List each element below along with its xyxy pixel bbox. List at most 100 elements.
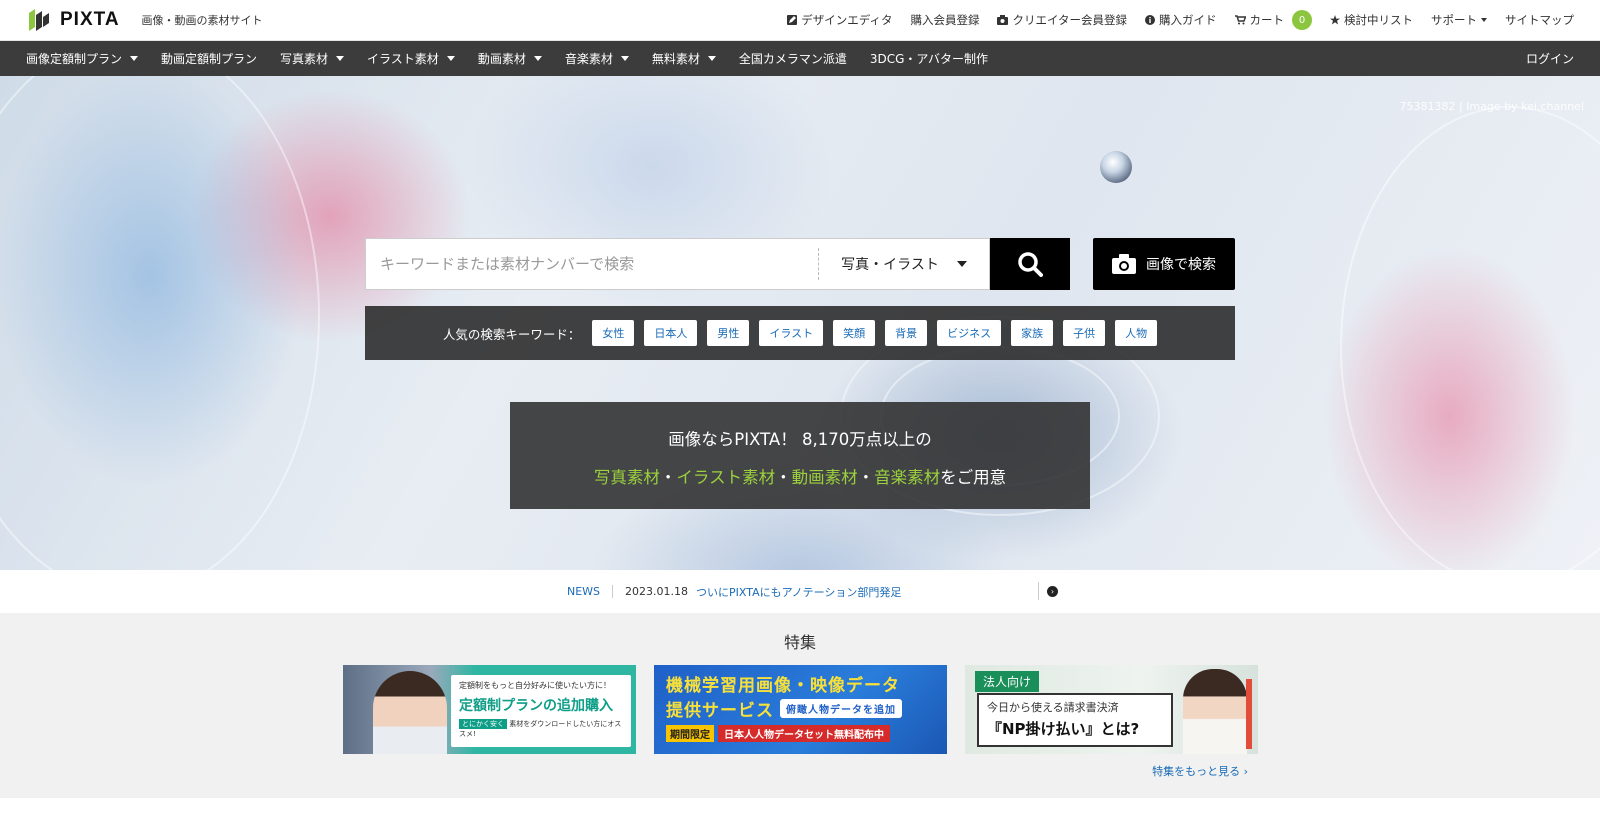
nav-videos[interactable]: 動画素材 xyxy=(478,50,542,67)
design-editor-link[interactable]: デザインエディタ xyxy=(787,12,892,28)
tagline: 画像・動画の素材サイト xyxy=(141,14,263,27)
wishlist-link[interactable]: 検討中リスト xyxy=(1330,12,1413,28)
keyword-chip[interactable]: 子供 xyxy=(1063,320,1106,346)
promo-videos-link[interactable]: 動画素材 xyxy=(792,468,858,487)
banner-ml-data[interactable]: 機械学習用画像・映像データ 提供サービス 俯瞰人物データを追加 期間限定 日本人… xyxy=(654,665,947,754)
keyword-chip[interactable]: 女性 xyxy=(592,320,635,346)
info-icon xyxy=(1145,15,1155,25)
image-credit: 75381382 | Image by kei.channel xyxy=(1399,100,1584,113)
promo-photos-link[interactable]: 写真素材 xyxy=(594,468,660,487)
banner-tag: 期間限定 xyxy=(666,725,714,742)
nav-free[interactable]: 無料素材 xyxy=(652,50,716,67)
search-icon xyxy=(1018,252,1043,277)
keyword-chip[interactable]: ビジネス xyxy=(937,320,1002,346)
search-input[interactable] xyxy=(366,239,818,289)
keyword-chip[interactable]: 背景 xyxy=(885,320,928,346)
image-search-label: 画像で検索 xyxy=(1146,257,1216,273)
purchase-guide-link[interactable]: 購入ガイド xyxy=(1145,12,1217,28)
keyword-chip[interactable]: 男性 xyxy=(707,320,750,346)
caret-down-icon xyxy=(707,56,716,61)
nav-label: 動画素材 xyxy=(477,52,526,66)
sitemap-link[interactable]: サイトマップ xyxy=(1505,12,1574,28)
features-section: 特集 定額制をもっと自分好みに使いたい方に！ 定額制プランの追加購入 とにかく安… xyxy=(0,613,1600,798)
nav-photographer-dispatch[interactable]: 全国カメラマン派遣 xyxy=(739,50,847,67)
banner-card: 定額制をもっと自分好みに使いたい方に！ 定額制プランの追加購入 とにかく安く 素… xyxy=(451,675,631,747)
chevron-down-icon xyxy=(1481,18,1487,22)
promo-line1: 画像ならPIXTA！ 8,170万点以上の xyxy=(668,430,932,449)
hero-ripple xyxy=(1340,106,1600,570)
nav-photos[interactable]: 写真素材 xyxy=(280,50,345,67)
support-menu[interactable]: サポート xyxy=(1431,12,1487,28)
keyword-chip[interactable]: 家族 xyxy=(1011,320,1054,346)
logo[interactable]: PIXTA 画像・動画の素材サイト xyxy=(26,7,263,33)
buyer-signup-link[interactable]: 購入会員登録 xyxy=(910,12,979,28)
chevron-right-circle-icon: › xyxy=(1047,585,1058,597)
news-link[interactable]: ついにPIXTAにもアノテーション部門発足 xyxy=(696,584,901,600)
caret-down-icon xyxy=(446,56,455,61)
nav-music[interactable]: 音楽素材 xyxy=(565,50,629,67)
promo-sep: ・ xyxy=(857,468,875,487)
caret-down-icon xyxy=(620,56,629,61)
promo-illustrations-link[interactable]: イラスト素材 xyxy=(676,468,775,487)
support-label: サポート xyxy=(1431,13,1477,27)
keyword-chip[interactable]: 笑顔 xyxy=(833,320,876,346)
cart-count-badge: 0 xyxy=(1292,10,1312,30)
chevron-down-icon xyxy=(956,261,967,267)
nav-label: 音楽素材 xyxy=(564,52,613,66)
banner-person-image xyxy=(373,671,447,754)
category-select[interactable]: 写真・イラスト xyxy=(819,254,989,274)
promo-music-link[interactable]: 音楽素材 xyxy=(874,468,940,487)
keyword-chip[interactable]: イラスト xyxy=(759,320,824,346)
nav-3dcg-avatar[interactable]: 3DCG・アバター制作 xyxy=(870,50,988,67)
nav-video-subscription[interactable]: 動画定額制プラン xyxy=(161,50,257,67)
promo-sep: ・ xyxy=(775,468,792,487)
nav-label: イラスト素材 xyxy=(367,52,439,66)
news-next-button[interactable]: › xyxy=(1038,582,1058,600)
banner-subscription-addon[interactable]: 定額制をもっと自分好みに使いたい方に！ 定額制プランの追加購入 とにかく安く 素… xyxy=(343,665,636,754)
banner-headline: 機械学習用画像・映像データ xyxy=(666,676,900,696)
keyword-chip[interactable]: 人物 xyxy=(1115,320,1158,346)
star-icon xyxy=(1330,15,1340,25)
keywords-label: 人気の検索キーワード： xyxy=(442,326,581,342)
popular-keywords: 人気の検索キーワード： 女性 日本人 男性 イラスト 笑顔 背景 ビジネス 家族… xyxy=(365,306,1235,360)
search-box: 写真・イラスト xyxy=(365,238,990,290)
features-title: 特集 xyxy=(783,633,816,652)
nav-illustrations[interactable]: イラスト素材 xyxy=(367,50,455,67)
creator-signup-link[interactable]: クリエイター会員登録 xyxy=(997,12,1127,28)
banner-text: 今日から使える請求書決済 xyxy=(987,701,1119,714)
caret-down-icon xyxy=(130,56,139,61)
nav-label: 無料素材 xyxy=(651,52,700,66)
banner-pill: 俯瞰人物データを追加 xyxy=(780,699,902,718)
image-search-button[interactable]: 画像で検索 xyxy=(1093,238,1235,290)
search-button[interactable] xyxy=(990,238,1070,290)
edit-icon xyxy=(787,15,798,25)
wishlist-label: 検討中リスト xyxy=(1344,13,1413,27)
banner-text: とにかく安く 素材をダウンロードしたい方にオススメ! xyxy=(459,719,623,739)
banner-person-image xyxy=(1183,669,1247,754)
banner-np-payment[interactable]: 法人向け 今日から使える請求書決済 『NP掛け払い』とは? xyxy=(965,665,1258,754)
category-value: 写真・イラスト xyxy=(841,257,939,273)
nav-image-subscription[interactable]: 画像定額制プラン xyxy=(26,50,139,67)
hero-section: 75381382 | Image by kei.channel 写真・イラスト … xyxy=(0,76,1600,570)
main-nav: 画像定額制プラン 動画定額制プラン 写真素材 イラスト素材 動画素材 音楽素材 … xyxy=(0,41,1600,76)
banner-tags: 期間限定 日本人人物データセット無料配布中 xyxy=(666,725,935,742)
news-date: 2023.01.18 xyxy=(625,585,689,598)
page-bottom xyxy=(0,798,1600,821)
banner-textbox: 今日から使える請求書決済 『NP掛け払い』とは? xyxy=(977,693,1173,747)
cart-label: カート xyxy=(1249,13,1285,27)
nav-label: 全国カメラマン派遣 xyxy=(738,52,847,66)
creator-signup-label: クリエイター会員登録 xyxy=(1012,13,1127,27)
banner-headline: 『NP掛け払い』とは? xyxy=(987,720,1140,738)
features-more-link[interactable]: 特集をもっと見る › xyxy=(1152,763,1248,779)
pixta-logo-icon xyxy=(29,9,49,31)
camera-icon xyxy=(1112,254,1136,274)
banner-headline: 定額制プランの追加購入 xyxy=(459,698,613,714)
top-header: PIXTA 画像・動画の素材サイト デザインエディタ 購入会員登録 クリエイター… xyxy=(0,0,1600,41)
purchase-guide-label: 購入ガイド xyxy=(1159,13,1217,27)
cart-link[interactable]: カート 0 xyxy=(1234,10,1312,30)
news-inner: NEWS 2023.01.18 ついにPIXTAにもアノテーション部門発足 xyxy=(567,584,1077,600)
nav-label: 動画定額制プラン xyxy=(161,52,258,66)
login-link[interactable]: ログイン xyxy=(1526,50,1574,67)
keyword-chip[interactable]: 日本人 xyxy=(644,320,698,346)
hero-ripple xyxy=(0,76,320,570)
